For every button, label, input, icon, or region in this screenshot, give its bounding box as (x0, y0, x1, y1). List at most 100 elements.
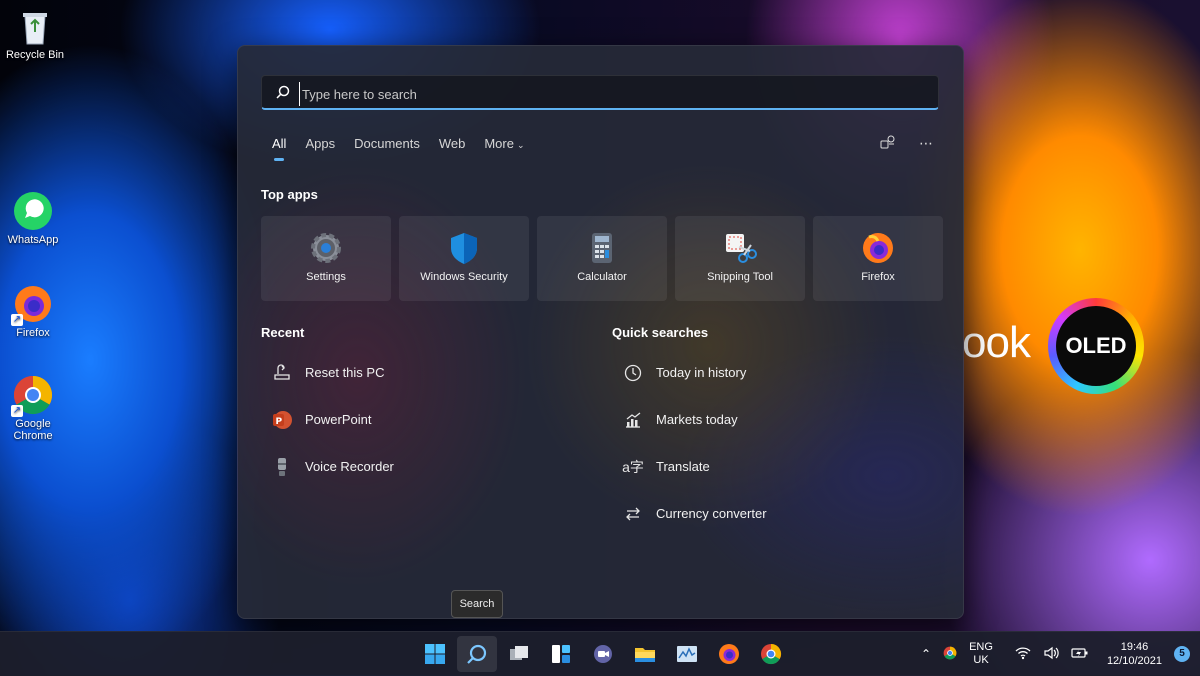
performance-icon (677, 646, 697, 662)
recent-title: Recent (261, 325, 305, 340)
scissors-icon (723, 231, 757, 265)
show-hidden-icons-chevron-icon[interactable]: ⌃ (921, 647, 931, 661)
taskbar-chrome-button[interactable] (751, 636, 791, 672)
quick-item-today-in-history[interactable]: Today in history (612, 349, 942, 396)
tray-chrome-icon[interactable] (943, 646, 957, 663)
recycle-bin-icon (15, 6, 55, 46)
file-explorer-button[interactable] (625, 636, 665, 672)
shield-icon (447, 231, 481, 265)
app-tile-label: Calculator (577, 271, 627, 283)
windows-logo-icon (425, 644, 445, 664)
firefox-icon (719, 644, 739, 664)
recent-item-reset-pc[interactable]: Reset this PC (261, 349, 591, 396)
tab-apps[interactable]: Apps (305, 136, 335, 151)
calculator-icon (585, 231, 619, 265)
shortcut-arrow-icon: ↗ (11, 405, 23, 417)
tab-documents[interactable]: Documents (354, 136, 420, 151)
keyboard-layout: UK (973, 654, 989, 666)
clock[interactable]: 19:46 12/10/2021 (1107, 640, 1162, 668)
notification-count-badge[interactable]: 5 (1174, 646, 1190, 662)
desktop-icon-chrome[interactable]: ↗ Google Chrome (0, 375, 68, 442)
svg-text:P: P (276, 417, 283, 427)
quick-item-translate[interactable]: a字 Translate (612, 443, 942, 490)
gear-icon (309, 231, 343, 265)
clock-icon (622, 362, 644, 384)
list-item-label: Voice Recorder (305, 459, 394, 474)
taskbar-search-button[interactable] (457, 636, 497, 672)
firefox-icon (861, 231, 895, 265)
taskbar: ⌃ ENG UK 19:46 12/10/2021 5 (0, 631, 1200, 676)
shortcut-arrow-icon: ↗ (11, 314, 23, 326)
search-box[interactable] (261, 75, 939, 110)
search-tools: ⋯ (879, 134, 935, 152)
app-tile-firefox[interactable]: Firefox (813, 216, 943, 301)
list-item-label: PowerPoint (305, 412, 372, 427)
chrome-icon: ↗ (11, 375, 53, 417)
taskbar-firefox-button[interactable] (709, 636, 749, 672)
quick-item-currency-converter[interactable]: Currency converter (612, 490, 942, 537)
list-item-label: Reset this PC (305, 365, 385, 380)
exchange-icon (622, 503, 644, 525)
tab-more[interactable]: More ⌄ (484, 136, 524, 151)
tab-all[interactable]: All (272, 136, 286, 161)
tab-more-label: More (484, 136, 514, 151)
list-item-label: Today in history (656, 365, 747, 380)
widgets-button[interactable] (541, 636, 581, 672)
widgets-icon (552, 645, 570, 663)
desktop-icon-label: Recycle Bin (5, 49, 65, 61)
task-view-icon (510, 646, 528, 660)
reset-pc-icon (271, 362, 293, 384)
folder-icon (635, 648, 655, 662)
app-tile-label: Settings (306, 271, 346, 283)
powerpoint-icon: P (271, 409, 293, 431)
task-manager-button[interactable] (667, 636, 707, 672)
desktop-icon-recycle-bin[interactable]: Recycle Bin (0, 6, 70, 61)
account-switch-icon[interactable] (879, 134, 897, 152)
oled-badge: OLED (1048, 298, 1144, 394)
top-apps-title: Top apps (261, 187, 318, 202)
chat-icon (594, 645, 612, 663)
wallpaper-brand-text: ook (962, 318, 1031, 367)
search-panel: All Apps Documents Web More⌄ ⋯ Top apps … (237, 45, 964, 619)
language-code: ENG (969, 641, 993, 653)
app-tile-label: Firefox (861, 271, 895, 283)
recent-list: Reset this PC P PowerPoint Voice Recorde… (261, 349, 591, 490)
app-tile-windows-security[interactable]: Windows Security (399, 216, 529, 301)
search-tooltip: Search (451, 590, 503, 618)
search-icon (467, 644, 487, 664)
chart-icon (622, 409, 644, 431)
oled-badge-label: OLED (1056, 306, 1136, 386)
task-view-button[interactable] (499, 636, 539, 672)
recent-item-powerpoint[interactable]: P PowerPoint (261, 396, 591, 443)
desktop-icon-label: Google Chrome (13, 418, 53, 442)
start-button[interactable] (415, 636, 455, 672)
recent-item-voice-recorder[interactable]: Voice Recorder (261, 443, 591, 490)
top-apps: Settings Windows Security Calculator Sni… (261, 216, 943, 301)
whatsapp-icon (13, 191, 53, 231)
clock-date: 12/10/2021 (1106, 655, 1162, 667)
app-tile-snipping-tool[interactable]: Snipping Tool (675, 216, 805, 301)
battery-icon[interactable] (1071, 646, 1089, 663)
more-options-icon[interactable]: ⋯ (917, 134, 935, 152)
quick-searches-list: Today in history Markets today a字 Transl… (612, 349, 942, 537)
volume-icon[interactable] (1043, 646, 1059, 663)
desktop-icon-firefox[interactable]: ↗ Firefox (0, 284, 68, 339)
search-input[interactable] (299, 82, 924, 106)
quick-item-markets-today[interactable]: Markets today (612, 396, 942, 443)
app-tile-settings[interactable]: Settings (261, 216, 391, 301)
input-language[interactable]: ENG UK (969, 641, 993, 667)
search-tabs: All Apps Documents Web More ⌄ (272, 136, 544, 161)
tab-web[interactable]: Web (439, 136, 466, 151)
clock-time: 19:46 (1120, 641, 1149, 653)
list-item-label: Translate (656, 459, 710, 474)
microphone-icon (271, 456, 293, 478)
desktop-icon-whatsapp[interactable]: WhatsApp (0, 191, 68, 246)
system-tray: ⌃ ENG UK 19:46 12/10/2021 5 (921, 632, 1200, 676)
wifi-icon[interactable] (1015, 646, 1031, 663)
app-tile-label: Windows Security (420, 271, 508, 283)
app-tile-calculator[interactable]: Calculator (537, 216, 667, 301)
teams-chat-button[interactable] (583, 636, 623, 672)
chrome-icon (761, 643, 782, 665)
taskbar-apps (415, 636, 791, 672)
quick-searches-title: Quick searches (612, 325, 709, 340)
